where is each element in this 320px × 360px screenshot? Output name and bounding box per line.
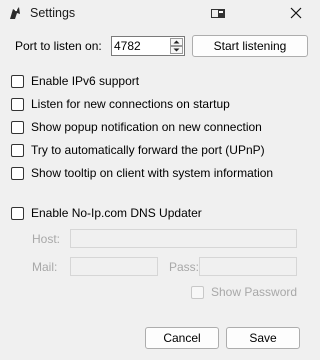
- close-icon[interactable]: [286, 4, 306, 22]
- checkbox-box[interactable]: [191, 285, 204, 299]
- tooltip-checkbox[interactable]: Show tooltip on client with system infor…: [11, 166, 273, 180]
- chevron-down-icon[interactable]: [170, 46, 183, 54]
- listen-on-startup-checkbox[interactable]: Listen for new connections on startup: [11, 97, 230, 111]
- port-label: Port to listen on:: [15, 39, 102, 53]
- pass-input[interactable]: [199, 257, 297, 276]
- app-icon: [7, 5, 23, 21]
- checkbox-box[interactable]: [11, 143, 24, 157]
- enable-noip-checkbox[interactable]: Enable No-Ip.com DNS Updater: [11, 206, 202, 220]
- checkbox-box[interactable]: [11, 166, 24, 180]
- chevron-up-icon[interactable]: [170, 38, 183, 46]
- checkbox-label: Listen for new connections on startup: [31, 97, 230, 111]
- cancel-button[interactable]: Cancel: [145, 327, 219, 349]
- popup-notification-checkbox[interactable]: Show popup notification on new connectio…: [11, 120, 262, 134]
- upnp-checkbox[interactable]: Try to automatically forward the port (U…: [11, 143, 265, 157]
- title-bar: Settings: [0, 0, 311, 28]
- checkbox-label: Enable No-Ip.com DNS Updater: [31, 206, 202, 220]
- show-password-checkbox[interactable]: Show Password: [191, 285, 297, 299]
- mail-input[interactable]: [70, 257, 158, 276]
- window-title: Settings: [30, 6, 76, 20]
- save-button[interactable]: Save: [226, 327, 300, 349]
- checkbox-box[interactable]: [11, 206, 24, 220]
- pass-label: Pass:: [169, 260, 200, 274]
- enable-ipv6-checkbox[interactable]: Enable IPv6 support: [11, 74, 139, 88]
- checkbox-label: Show tooltip on client with system infor…: [31, 166, 274, 180]
- host-label: Host:: [32, 232, 61, 246]
- start-listening-button[interactable]: Start listening: [192, 35, 308, 57]
- checkbox-label: Show popup notification on new connectio…: [31, 120, 262, 134]
- checkbox-box[interactable]: [11, 74, 24, 88]
- host-input[interactable]: [70, 229, 297, 248]
- mail-label: Mail:: [32, 260, 58, 274]
- port-stepper[interactable]: [111, 36, 185, 56]
- checkbox-label: Show Password: [211, 285, 298, 299]
- checkbox-label: Try to automatically forward the port (U…: [31, 143, 265, 157]
- port-input[interactable]: [113, 38, 169, 54]
- restore-icon[interactable]: [208, 4, 228, 22]
- checkbox-box[interactable]: [11, 120, 24, 134]
- checkbox-box[interactable]: [11, 97, 24, 111]
- checkbox-label: Enable IPv6 support: [31, 74, 140, 88]
